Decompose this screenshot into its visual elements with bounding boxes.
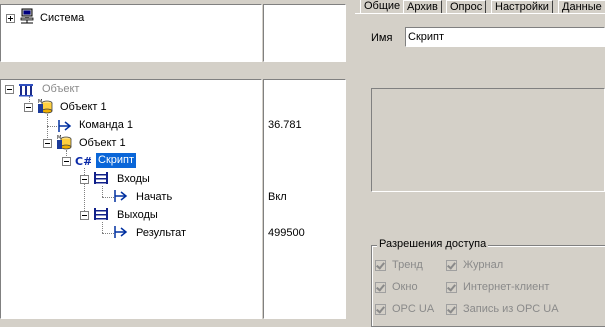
web-client-checkbox-label: Интернет-клиент — [463, 281, 550, 293]
tab-general[interactable]: Общие — [360, 0, 405, 14]
tree-item-label[interactable]: Объект 1 — [79, 137, 126, 150]
opc-ua-checkbox-label: OPC UA — [392, 303, 435, 315]
window-checkbox-label: Окно — [392, 281, 418, 293]
tree-item-label[interactable]: Начать — [136, 191, 172, 204]
tab-settings[interactable]: Настройки — [491, 0, 553, 13]
command-arrow-icon — [58, 120, 72, 132]
selected-tree-item-label[interactable]: Скрипт — [96, 153, 137, 168]
tree-item-value: 499500 — [268, 227, 305, 239]
collapse-inputs-toggle[interactable] — [80, 175, 89, 184]
output-arrow-icon — [114, 226, 128, 238]
svg-text:M: M — [57, 135, 61, 141]
top-value-panel — [263, 4, 346, 62]
database-object-icon: M — [57, 135, 72, 150]
web-client-checkbox[interactable] — [446, 282, 457, 293]
journal-checkbox-label: Журнал — [463, 259, 504, 271]
outputs-group-icon — [94, 208, 108, 220]
window-checkbox[interactable] — [375, 282, 386, 293]
tab-data[interactable]: Данные — [558, 0, 605, 13]
svg-text:M: M — [38, 99, 42, 105]
tab-page-border — [355, 13, 605, 14]
trend-checkbox[interactable] — [375, 260, 386, 271]
properties-panel: Общие Архив Опрос Настройки Данные Имя С… — [355, 0, 605, 327]
object-root-icon — [19, 84, 33, 97]
svg-text:C#: C# — [75, 155, 91, 168]
computer-network-icon — [20, 8, 34, 24]
opc-ua-checkbox[interactable] — [375, 304, 386, 315]
database-object-icon: M — [38, 99, 53, 114]
opc-ua-write-checkbox[interactable] — [446, 304, 457, 315]
top-tree-panel[interactable]: Система — [0, 4, 262, 62]
journal-checkbox[interactable] — [446, 260, 457, 271]
collapse-object1-nested-toggle[interactable] — [43, 139, 52, 148]
tree-item-label[interactable]: Результат — [136, 227, 186, 240]
tree-item-label[interactable]: Выходы — [117, 209, 158, 222]
object-tree-panel[interactable] — [0, 79, 262, 319]
tree-item-value: Вкл — [268, 191, 287, 203]
name-input-value: Скрипт — [408, 31, 445, 43]
name-label: Имя — [371, 32, 393, 44]
inputs-group-icon — [94, 172, 108, 184]
tree-line — [102, 186, 104, 197]
tab-strip: Общие Архив Опрос Настройки Данные — [355, 0, 605, 14]
tree-item-label[interactable]: Объект 1 — [60, 101, 107, 114]
tab-archive[interactable]: Архив — [403, 0, 442, 13]
collapse-outputs-toggle[interactable] — [80, 211, 89, 220]
name-input[interactable]: Скрипт — [405, 27, 605, 47]
expand-system-toggle[interactable] — [6, 14, 15, 23]
tree-line — [102, 222, 104, 233]
trend-checkbox-label: Тренд — [392, 259, 423, 271]
access-group-label: Разрешения доступа — [377, 238, 489, 251]
object-root-label[interactable]: Объект — [42, 83, 79, 96]
collapse-script-toggle[interactable] — [62, 157, 71, 166]
csharp-script-icon: C# — [75, 155, 91, 168]
description-box[interactable] — [371, 88, 605, 192]
tree-item-label[interactable]: Входы — [117, 173, 150, 186]
input-arrow-icon — [114, 190, 128, 202]
collapse-object-toggle[interactable] — [5, 85, 14, 94]
tree-item-value: 36.781 — [268, 119, 302, 131]
collapse-object1-toggle[interactable] — [24, 103, 33, 112]
tree-item-label[interactable]: Команда 1 — [79, 119, 133, 132]
vertical-splitter[interactable] — [346, 0, 355, 317]
system-tree-label[interactable]: Система — [40, 12, 84, 25]
opc-ua-write-checkbox-label: Запись из OPC UA — [463, 303, 559, 315]
tab-polling[interactable]: Опрос — [446, 0, 487, 13]
